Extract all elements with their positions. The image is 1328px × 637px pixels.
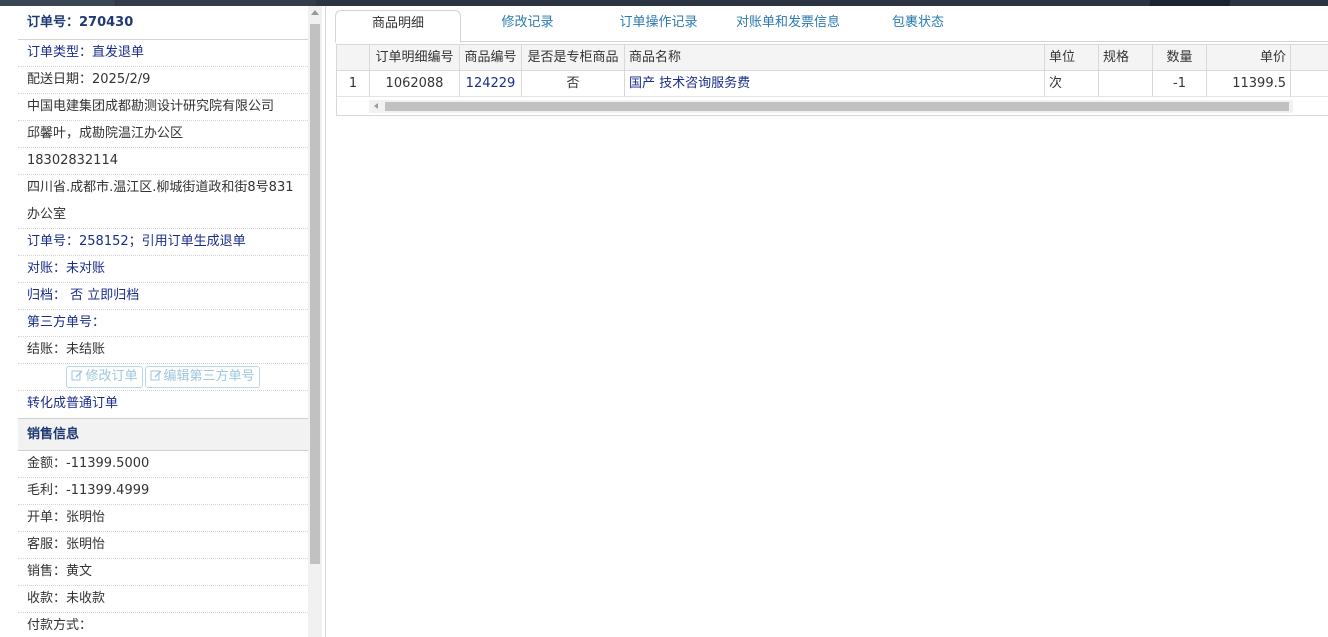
order-number-title: 订单号：270430 [18, 6, 308, 40]
convert-to-normal-order-link[interactable]: 转化成普通订单 [18, 391, 308, 418]
sales-amount: 金额：-11399.5000 [18, 451, 308, 478]
detail-area: 商品明细 修改记录 订单操作记录 对账单和发票信息 包裹状态 订单明细编号 商品… [327, 6, 1328, 637]
row-number: 1 [337, 71, 370, 97]
sales-gross-profit: 毛利：-11399.4999 [18, 478, 308, 505]
third-party-number: 第三方单号： [18, 310, 308, 337]
cell-price: 11399.5 [1207, 71, 1291, 97]
edit-third-party-label: 编辑第三方单号 [163, 368, 255, 384]
cell-extra [1291, 71, 1328, 97]
product-detail-grid: 订单明细编号 商品编号 是否是专柜商品 商品名称 单位 规格 数量 单价 1 1… [336, 44, 1328, 116]
tab-bar: 商品明细 修改记录 订单操作记录 对账单和发票信息 包裹状态 [335, 10, 1328, 43]
tab-product-details[interactable]: 商品明细 [335, 10, 461, 43]
column-header-spec[interactable]: 规格 [1099, 45, 1153, 71]
archive-status[interactable]: 归档： 否 立即归档 [18, 283, 308, 310]
grid-scrollbar-thumb[interactable] [385, 102, 1289, 111]
reconciliation-status: 对账：未对账 [18, 256, 308, 283]
delivery-date: 配送日期：2025/2/9 [18, 67, 308, 94]
edit-order-label: 修改订单 [85, 368, 138, 384]
tab-modification-log[interactable]: 修改记录 [461, 10, 594, 42]
tab-package-status[interactable]: 包裹状态 [853, 10, 983, 42]
order-info-panel: 订单号：270430 订单类型：直发退单 配送日期：2025/2/9 中国电建集… [0, 6, 326, 637]
sales-payment-method: 付款方式： [18, 613, 308, 637]
scroll-up-arrow-icon[interactable] [311, 10, 319, 15]
cell-is-counter: 否 [522, 71, 625, 97]
cell-detail-id: 1062088 [370, 71, 460, 97]
contact-phone: 18302832114 [18, 148, 308, 175]
order-type: 订单类型：直发退单 [18, 40, 308, 67]
settlement-status: 结账：未结账 [18, 337, 308, 364]
edit-order-button[interactable]: 修改订单 [66, 365, 143, 388]
cell-unit: 次 [1045, 71, 1099, 97]
sales-issuer: 开单：张明怡 [18, 505, 308, 532]
sales-payment-received: 收款：未收款 [18, 586, 308, 613]
cell-quantity: -1 [1153, 71, 1207, 97]
table-row[interactable]: 1 1062088 124229 否 国产 技术咨询服务费 次 -1 11399… [337, 71, 1328, 97]
customer-company: 中国电建集团成都勘测设计研究院有限公司 [18, 94, 308, 121]
cell-spec [1099, 71, 1153, 97]
column-header-product-name[interactable]: 商品名称 [625, 45, 1045, 71]
sales-info-header: 销售信息 [18, 418, 308, 451]
cell-product-name: 国产 技术咨询服务费 [625, 71, 1045, 97]
delivery-address-line2: 办公室 [18, 202, 308, 229]
column-header-detail-id[interactable]: 订单明细编号 [370, 45, 460, 71]
edit-icon [71, 370, 83, 380]
column-header-product-id[interactable]: 商品编号 [460, 45, 522, 71]
column-header-extra [1291, 45, 1328, 71]
tab-statement-invoice[interactable]: 对账单和发票信息 [723, 10, 853, 42]
cell-product-id-link[interactable]: 124229 [460, 71, 522, 97]
column-header-is-counter[interactable]: 是否是专柜商品 [522, 45, 625, 71]
column-header-price[interactable]: 单价 [1207, 45, 1291, 71]
left-panel-scrollbar[interactable] [308, 6, 322, 637]
grid-horizontal-scrollbar[interactable] [369, 100, 1293, 113]
grid-header-row: 订单明细编号 商品编号 是否是专柜商品 商品名称 单位 规格 数量 单价 [337, 45, 1328, 71]
left-scrollbar-thumb[interactable] [310, 24, 320, 564]
action-buttons: 修改订单 编辑第三方单号 [18, 364, 308, 391]
edit-icon [150, 370, 161, 380]
tab-order-operation-log[interactable]: 订单操作记录 [594, 10, 723, 42]
edit-third-party-button[interactable]: 编辑第三方单号 [144, 365, 260, 388]
sales-person: 销售：黄文 [18, 559, 308, 586]
column-header-unit[interactable]: 单位 [1045, 45, 1099, 71]
reference-order: 订单号：258152；引用订单生成退单 [18, 229, 308, 256]
row-number-header [337, 45, 370, 71]
column-header-quantity[interactable]: 数量 [1153, 45, 1207, 71]
sales-customer-service: 客服：张明怡 [18, 532, 308, 559]
contact-person: 邱馨叶，成勘院温江办公区 [18, 121, 308, 148]
scroll-left-arrow-icon[interactable] [374, 103, 378, 109]
delivery-address: 四川省.成都市.温江区.柳城街道政和街8号831 [27, 180, 294, 195]
